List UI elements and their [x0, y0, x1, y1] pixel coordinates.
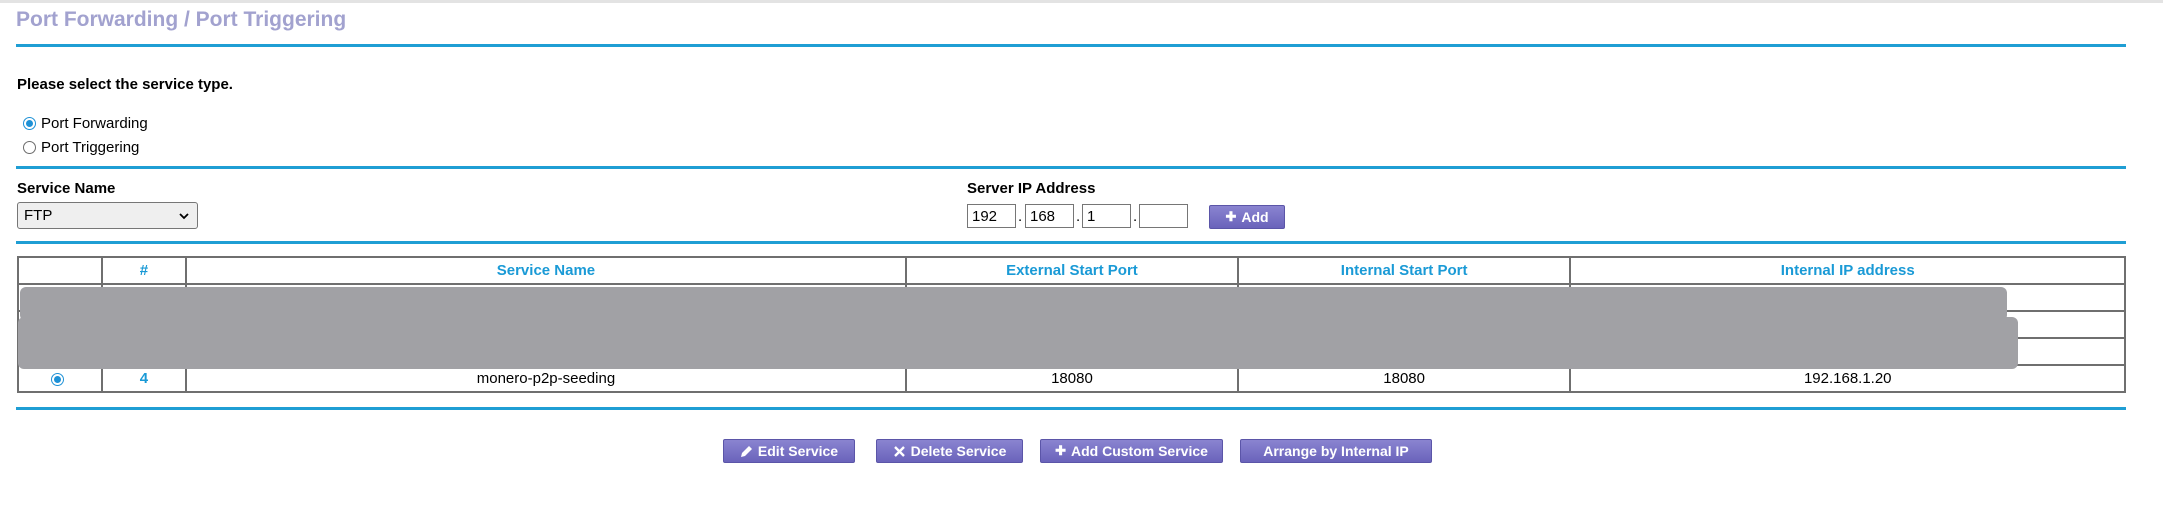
- plus-icon: ✚: [1225, 209, 1237, 224]
- radio-label: Port Triggering: [41, 138, 140, 156]
- radio-port-forwarding[interactable]: Port Forwarding: [23, 113, 148, 133]
- edit-service-button[interactable]: Edit Service: [723, 439, 855, 463]
- add-custom-service-button[interactable]: ✚ Add Custom Service: [1040, 439, 1223, 463]
- page-title: Port Forwarding / Port Triggering: [16, 8, 347, 31]
- divider: [16, 407, 2126, 410]
- row-internal-ip: 192.168.1.20: [1569, 364, 2126, 393]
- select-value: FTP: [24, 207, 53, 224]
- column-header-external-start-port: External Start Port: [905, 256, 1239, 285]
- edit-service-label: Edit Service: [757, 443, 839, 459]
- table-row[interactable]: 4 monero-p2p-seeding 18080 18080 192.168…: [17, 364, 2126, 393]
- column-header-select: [17, 256, 103, 285]
- row-select-radio[interactable]: [50, 372, 64, 386]
- plus-icon: ✚: [1055, 443, 1066, 458]
- radio-port-triggering[interactable]: Port Triggering: [23, 137, 139, 157]
- divider: [16, 241, 2126, 244]
- add-custom-service-label: Add Custom Service: [1070, 443, 1208, 459]
- divider: [16, 44, 2126, 47]
- arrange-by-internal-ip-button[interactable]: Arrange by Internal IP: [1240, 439, 1432, 463]
- chevron-down-icon: [179, 212, 189, 219]
- ip-octet-3[interactable]: 1: [1082, 204, 1131, 228]
- divider: [16, 166, 2126, 169]
- row-number: 4: [100, 364, 187, 393]
- redaction-bar: [20, 287, 2007, 321]
- radio-button[interactable]: [23, 116, 36, 130]
- service-name-select[interactable]: FTP: [17, 202, 198, 229]
- service-name-label: Service Name: [17, 180, 116, 197]
- arrange-by-internal-ip-label: Arrange by Internal IP: [1263, 443, 1409, 459]
- row-internal-start-port: 18080: [1236, 364, 1572, 393]
- server-ip-label: Server IP Address: [967, 180, 1096, 197]
- column-header-service-name: Service Name: [184, 256, 908, 285]
- add-button-label: Add: [1241, 209, 1269, 225]
- ip-separator: .: [1076, 208, 1081, 225]
- x-icon: [893, 445, 905, 457]
- ip-octet-4[interactable]: [1139, 204, 1188, 228]
- radio-label: Port Forwarding: [41, 114, 148, 132]
- service-type-prompt: Please select the service type.: [17, 76, 233, 93]
- top-border: [0, 0, 2163, 3]
- delete-service-button[interactable]: Delete Service: [876, 439, 1023, 463]
- radio-button[interactable]: [23, 140, 36, 154]
- column-header-number: #: [100, 256, 187, 285]
- ip-octet-2[interactable]: 168: [1025, 204, 1074, 228]
- add-button[interactable]: ✚ Add: [1209, 205, 1285, 229]
- row-service-name: monero-p2p-seeding: [184, 364, 908, 393]
- ip-octet-1[interactable]: 192: [967, 204, 1016, 228]
- delete-service-label: Delete Service: [910, 443, 1007, 459]
- pencil-icon: [740, 445, 752, 457]
- row-external-start-port: 18080: [905, 364, 1239, 393]
- table-header-row: # Service Name External Start Port Inter…: [17, 256, 2126, 285]
- column-header-internal-start-port: Internal Start Port: [1236, 256, 1572, 285]
- ip-separator: .: [1018, 208, 1023, 225]
- column-header-internal-ip: Internal IP address: [1569, 256, 2126, 285]
- ip-separator: .: [1133, 208, 1138, 225]
- redaction-bar: [18, 317, 2018, 369]
